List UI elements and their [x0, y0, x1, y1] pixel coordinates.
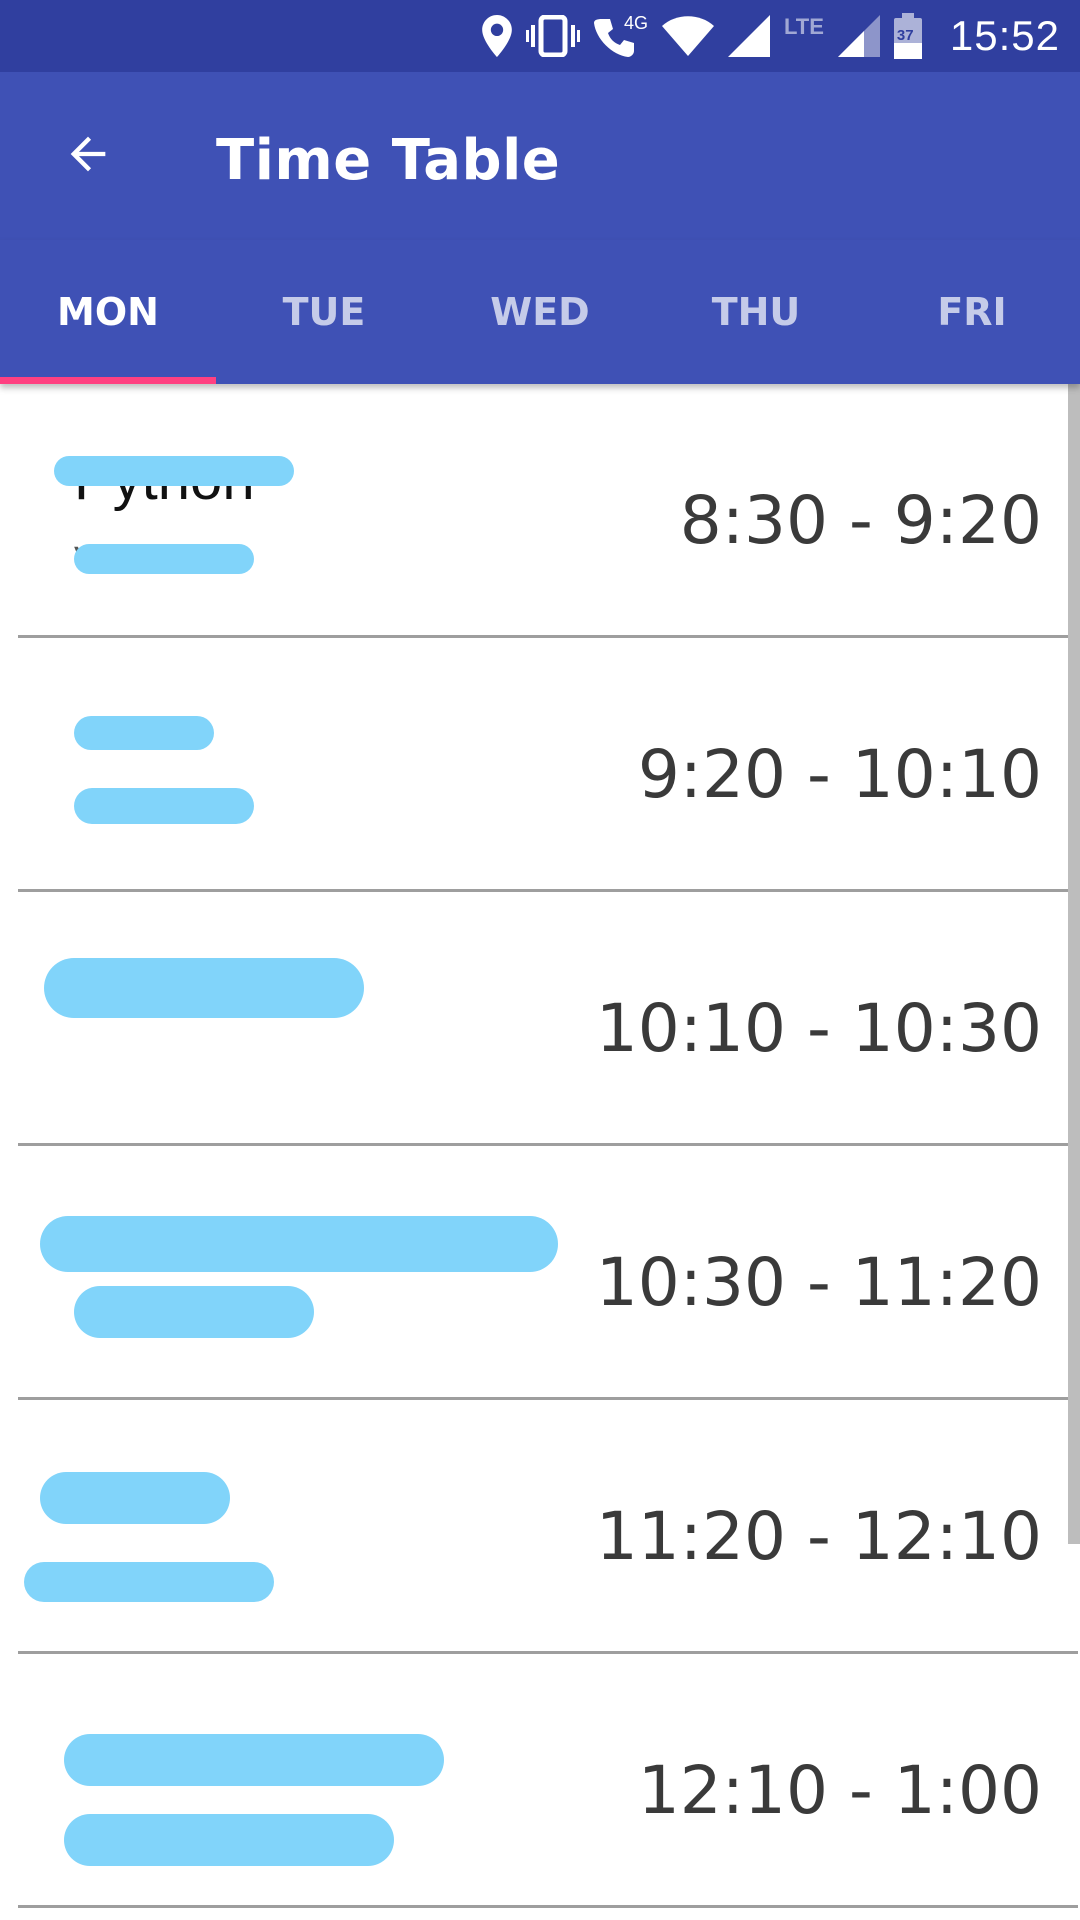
redaction-mark: [64, 1814, 394, 1866]
network-type-label: 4G: [623, 12, 648, 33]
schedule-row[interactable]: 12:10 - 1:00: [18, 1654, 1078, 1908]
wifi-icon: [661, 16, 714, 56]
signal-icon: [727, 15, 770, 57]
tab-fri[interactable]: FRI: [864, 240, 1080, 384]
location-icon: [482, 15, 512, 57]
status-icons: 4G LTE 37 15:52: [482, 0, 1060, 72]
schedule-row[interactable]: 10:10 - 10:30: [18, 892, 1078, 1146]
schedule-row[interactable]: 9:20 - 10:10: [18, 638, 1078, 892]
redaction-mark: [44, 958, 364, 1018]
redaction-mark: [54, 456, 294, 486]
redaction-mark: [40, 1216, 558, 1272]
time-slot: 8:30 - 9:20: [679, 482, 1042, 559]
schedule-list[interactable]: Python Vinutha 8:30 - 9:20 9:20 - 10:10 …: [0, 384, 1080, 1920]
time-slot: 9:20 - 10:10: [637, 736, 1042, 813]
redaction-mark: [74, 1286, 314, 1338]
time-slot: 10:30 - 11:20: [595, 1244, 1042, 1321]
redaction-mark: [64, 1734, 444, 1786]
schedule-row[interactable]: Python Vinutha 8:30 - 9:20: [18, 384, 1078, 638]
vibrate-icon: [525, 15, 580, 57]
battery-level: 37: [896, 27, 914, 44]
tab-tue[interactable]: TUE: [216, 240, 432, 384]
redaction-mark: [74, 716, 214, 750]
wifi-calling-icon: 4G: [593, 12, 648, 57]
lte-label: LTE: [783, 14, 824, 39]
time-slot: 10:10 - 10:30: [595, 990, 1042, 1067]
status-bar: 4G LTE 37 15:52: [0, 0, 1080, 72]
schedule-row[interactable]: 11:20 - 12:10: [18, 1400, 1078, 1654]
tab-mon[interactable]: MON: [0, 240, 216, 384]
redaction-mark: [74, 788, 254, 824]
day-tabs: MON TUE WED THU FRI: [0, 240, 1080, 384]
time-slot: 11:20 - 12:10: [595, 1498, 1042, 1575]
schedule-row[interactable]: 10:30 - 11:20: [18, 1146, 1078, 1400]
time-slot: 12:10 - 1:00: [637, 1752, 1042, 1829]
tab-thu[interactable]: THU: [648, 240, 864, 384]
app-bar: Time Table: [0, 72, 1080, 240]
arrow-back-icon: [62, 128, 114, 185]
redaction-mark: [24, 1562, 274, 1602]
status-time: 15:52: [949, 12, 1060, 59]
tab-wed[interactable]: WED: [432, 240, 648, 384]
back-button[interactable]: [44, 112, 132, 200]
list-scrollbar[interactable]: [1068, 384, 1080, 1544]
page-title: Time Table: [216, 128, 561, 193]
redaction-mark: [40, 1472, 230, 1524]
redaction-mark: [74, 544, 254, 574]
lte-signal-icon: [837, 15, 880, 57]
battery-icon: 37: [893, 13, 922, 59]
